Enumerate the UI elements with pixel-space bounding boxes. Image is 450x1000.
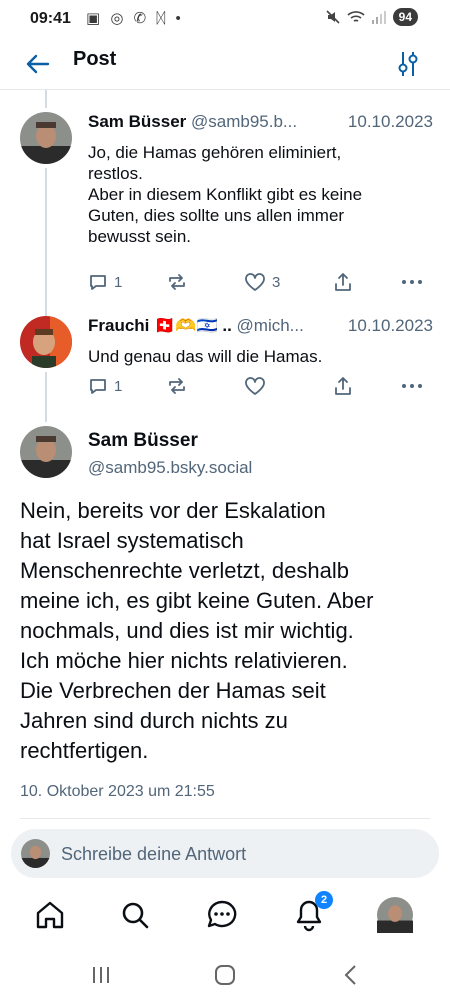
main-post-author[interactable]: Sam Büsser [88,430,198,452]
like-button[interactable]: 3 [244,272,280,292]
main-post-timestamp: 10. Oktober 2023 um 21:55 [20,783,215,800]
reply-count: 1 [114,273,123,291]
wifi-icon [347,11,365,22]
avatar [21,839,50,868]
text-line: Menschenrechte verletzt, deshalb [20,558,349,583]
reply-composer[interactable]: Schreibe deine Antwort [11,829,439,878]
nav-search[interactable] [117,897,153,933]
comment-icon [90,379,106,394]
status-time: 09:41 [30,10,71,27]
notification-icons: ▣ ◎ ✆ ᛞ • [86,10,184,27]
avatar[interactable] [20,316,72,368]
reply-header: Frauchi 🇨🇭🫶🇮🇱 .. @mich... 10.10.2023 [88,316,433,338]
heart-icon [245,273,265,291]
author-handle[interactable]: @samb95.b... [191,112,297,131]
chevron-left-icon [344,965,356,985]
author-name[interactable]: Frauchi 🇨🇭🫶🇮🇱 .. [88,316,232,335]
repost-icon [169,274,185,290]
reply-text: Und genau das will die Hamas. [88,346,428,367]
thread-reply[interactable]: Frauchi 🇨🇭🫶🇮🇱 .. @mich... 10.10.2023 Und… [0,316,450,406]
repost-icon [169,378,185,394]
share-icon [335,377,351,395]
text-line: hat Israel systematisch [20,528,244,553]
post-date: 10.10.2023 [341,316,433,336]
nav-profile[interactable] [377,897,413,933]
status-bar: 09:41 ▣ ◎ ✆ ᛞ • 94 [0,0,450,38]
home-system-button[interactable] [210,960,240,990]
nav-chat[interactable] [204,897,240,933]
text-line: Nein, bereits vor der Eskalation [20,498,326,523]
page-title: Post [73,48,117,70]
share-button[interactable] [333,376,353,396]
bottom-nav: 2 [0,885,450,945]
like-button[interactable] [244,376,272,396]
avatar[interactable] [20,112,72,164]
header: Post [0,38,450,90]
thread-line [45,90,47,108]
chat-icon [207,900,237,928]
text-line: meine ich, es gibt keine Guten. Aber [20,588,374,613]
back-button[interactable] [22,48,54,80]
notifications-badge: 2 [315,891,333,909]
like-count: 3 [272,273,281,291]
arrow-left-icon [26,54,50,74]
post-date: 10.10.2023 [341,112,433,132]
text-line: Jahren sind durch nichts zu [20,708,288,733]
status-right: 94 [325,8,418,26]
recent-apps-icon [93,967,109,983]
text-line: Aber in diesem Konflikt gibt es keine [88,185,363,204]
main-post-handle[interactable]: @samb95.bsky.social [88,458,252,478]
back-system-button[interactable] [336,960,366,990]
text-line: Jo, die Hamas gehören eliminiert, [88,143,342,162]
divider [20,818,430,819]
text-line: Ich möche hier nichts relativieren. [20,648,348,673]
reply-button[interactable]: 1 [88,272,122,292]
share-icon [335,273,351,291]
main-post-text: Nein, bereits vor der Eskalation hat Isr… [20,496,430,766]
text-line: nochmals, und dies ist mir wichtig. [20,618,354,643]
repost-button[interactable] [166,272,188,292]
share-button[interactable] [333,272,353,292]
post-actions: 1 3 [88,272,428,298]
home-rounded-square-icon [215,965,235,985]
more-horizontal-icon [402,384,422,388]
more-options-button[interactable] [400,272,424,292]
nav-home[interactable] [32,897,68,933]
recent-apps-button[interactable] [86,960,116,990]
search-icon [122,902,149,929]
system-nav-bar [0,950,450,1000]
battery-indicator: 94 [392,8,418,26]
author-handle[interactable]: @mich... [237,316,304,335]
reply-header: Sam Büsser @samb95.b... 10.10.2023 [88,112,433,134]
sliders-icon [398,52,418,76]
home-icon [36,901,64,929]
text-line: bewusst sein. [88,227,191,246]
thread-options-button[interactable] [394,48,422,80]
text-line: rechtfertigen. [20,738,149,763]
text-line: Und genau das will die Hamas. [88,347,323,366]
thread-reply[interactable]: Sam Büsser @samb95.b... 10.10.2023 Jo, d… [0,112,450,302]
text-line: restlos. [88,164,143,183]
nav-notifications[interactable]: 2 [291,891,333,933]
comment-icon [90,275,106,290]
more-horizontal-icon [402,280,422,284]
reply-text: Jo, die Hamas gehören eliminiert, restlo… [88,142,428,247]
profile-avatar [377,897,413,933]
author-name[interactable]: Sam Büsser [88,112,186,131]
heart-icon [245,377,265,395]
text-line: Die Verbrechen der Hamas seit [20,678,326,703]
post-actions: 1 [88,376,428,402]
signal-icon [371,11,386,24]
reply-count: 1 [114,377,123,395]
text-line: Guten, dies sollte uns allen immer [88,206,345,225]
reply-button[interactable]: 1 [88,376,122,396]
reply-input-placeholder[interactable]: Schreibe deine Antwort [61,844,246,865]
mute-icon [326,10,340,24]
main-post-avatar[interactable] [20,426,72,478]
repost-button[interactable] [166,376,188,396]
more-options-button[interactable] [400,376,424,396]
